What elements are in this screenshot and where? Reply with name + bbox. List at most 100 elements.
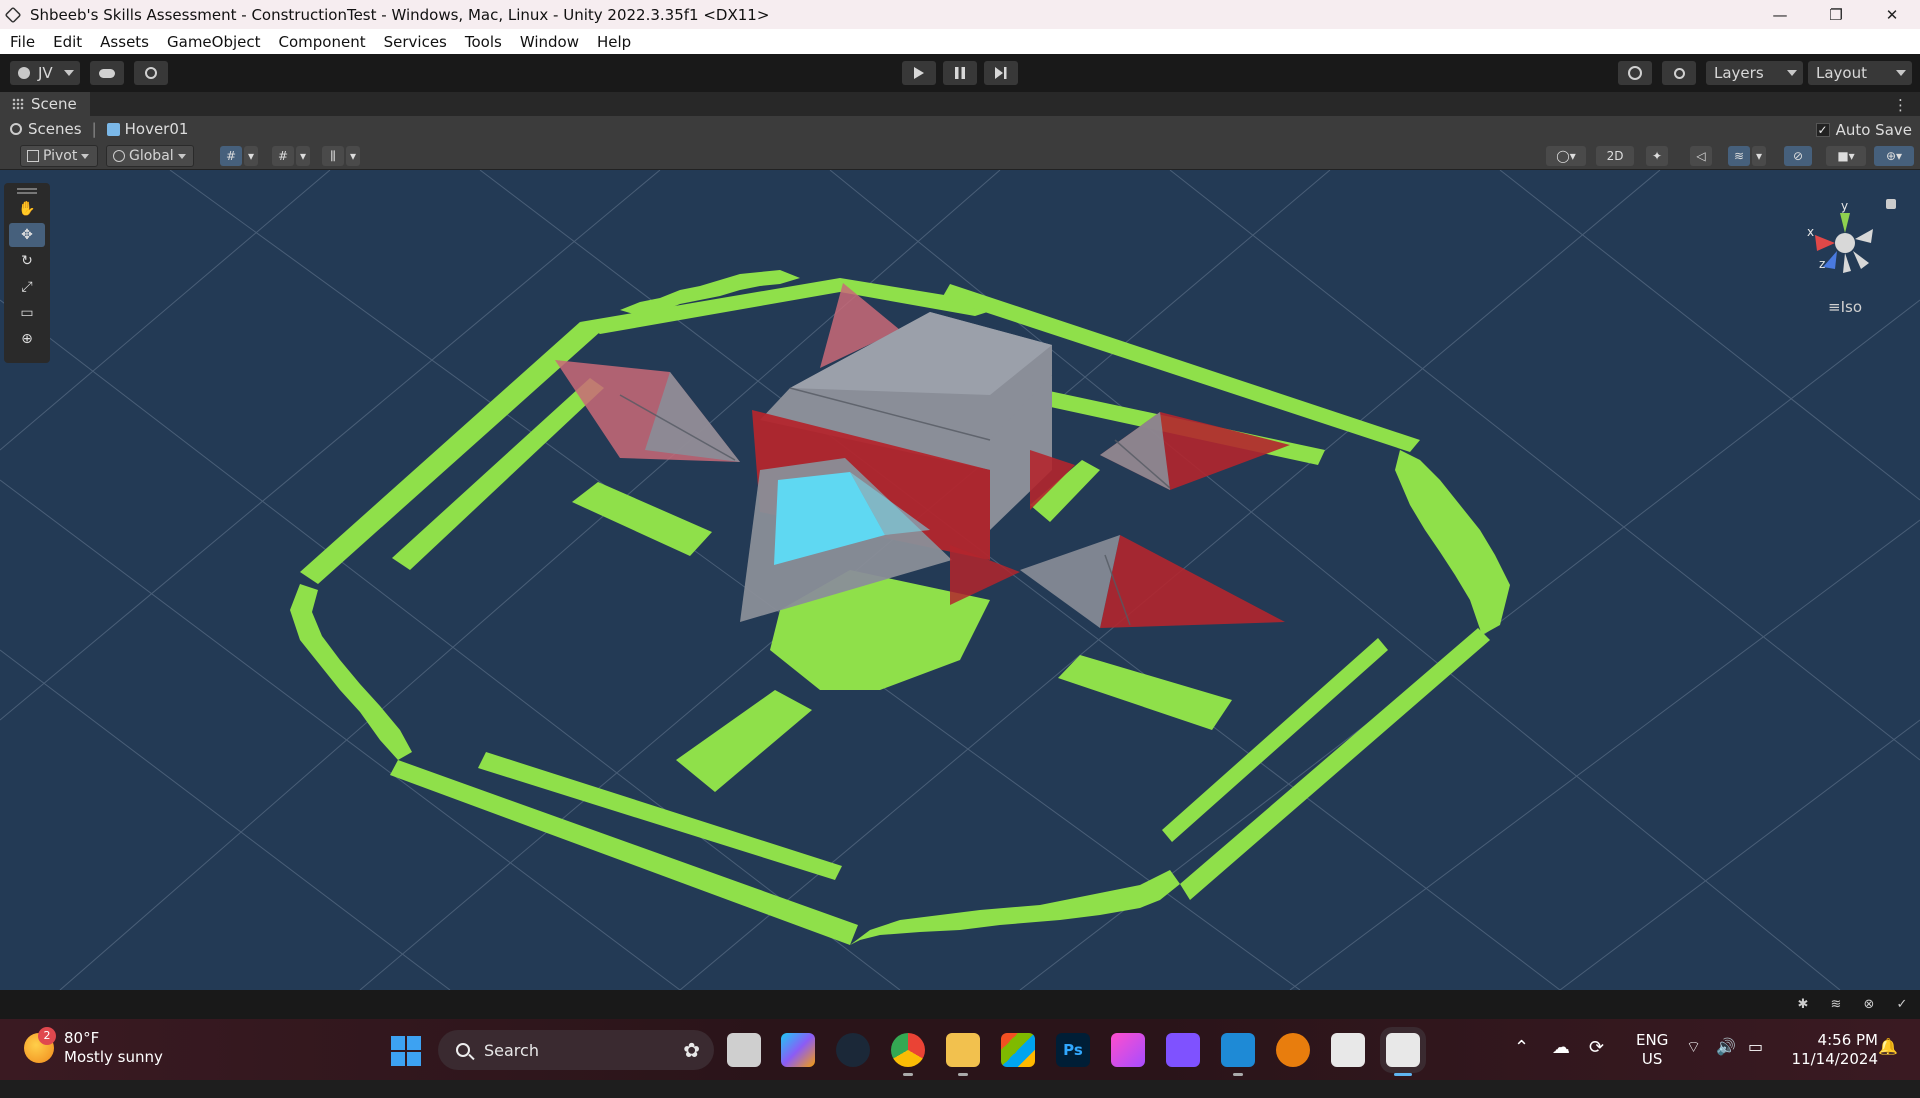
- layout-dropdown[interactable]: Layout: [1808, 61, 1912, 85]
- cloud-button[interactable]: [90, 61, 124, 85]
- active-indicator: [1394, 1073, 1412, 1076]
- play-button[interactable]: [902, 61, 936, 85]
- layers-icon[interactable]: ≋: [1827, 996, 1845, 1014]
- chevron-up-icon[interactable]: ⌃: [1514, 1037, 1529, 1098]
- global-dropdown[interactable]: Global: [106, 145, 194, 167]
- move-tool-icon[interactable]: ✥: [9, 223, 45, 247]
- auto-save-toggle[interactable]: ✓ Auto Save: [1815, 121, 1912, 139]
- chevron-down-icon[interactable]: ▾: [1752, 146, 1766, 166]
- blender-icon[interactable]: [1276, 1033, 1310, 1067]
- wifi-icon[interactable]: ⌔: [1686, 1037, 1701, 1098]
- increment-snap-icon[interactable]: ⫼: [322, 146, 344, 166]
- onedrive-icon[interactable]: ☁: [1552, 1037, 1570, 1098]
- menu-gameobject[interactable]: GameObject: [158, 33, 270, 51]
- camera-settings-icon[interactable]: ■▾: [1826, 146, 1866, 166]
- windows-start-icon[interactable]: [391, 1036, 421, 1066]
- input-language[interactable]: ENG US: [1636, 1031, 1668, 1069]
- pivot-dropdown[interactable]: Pivot: [20, 145, 98, 167]
- visual-studio-icon[interactable]: [1166, 1033, 1200, 1067]
- window-titlebar: Shbeeb's Skills Assessment - Constructio…: [0, 0, 1920, 29]
- panel-drag-handle[interactable]: [17, 188, 37, 190]
- weather-desc: Mostly sunny: [64, 1048, 163, 1066]
- creative-cloud-icon[interactable]: [1111, 1033, 1145, 1067]
- lock-icon[interactable]: [1886, 199, 1896, 209]
- transform-tool-icon[interactable]: ⊕: [9, 327, 45, 351]
- weather-widget[interactable]: 2 80°F Mostly sunny: [24, 1027, 163, 1067]
- unity-scene-icon: [10, 123, 22, 135]
- tab-scene[interactable]: Scene: [0, 92, 90, 116]
- status-bar: ✱ ≋ ⊗ ✓: [0, 990, 1920, 1019]
- sync-icon[interactable]: ⟳: [1589, 1037, 1604, 1098]
- hand-tool-icon[interactable]: ✋: [9, 197, 45, 221]
- lighting-toggle-icon[interactable]: ✦: [1646, 146, 1668, 166]
- menu-edit[interactable]: Edit: [44, 33, 91, 51]
- taskbar-search[interactable]: Search ✿: [438, 1030, 714, 1070]
- menu-services[interactable]: Services: [375, 33, 456, 51]
- menu-file[interactable]: File: [0, 33, 44, 51]
- breadcrumb-scenes[interactable]: Scenes: [28, 120, 82, 138]
- undo-history-button[interactable]: [1618, 61, 1652, 85]
- audio-toggle-icon[interactable]: ◁: [1690, 146, 1712, 166]
- system-clock[interactable]: 4:56 PM 11/14/2024: [1792, 1031, 1878, 1069]
- scale-tool-icon[interactable]: ⤢: [9, 275, 45, 299]
- step-button[interactable]: [984, 61, 1018, 85]
- weather-temp: 80°F: [64, 1029, 100, 1047]
- rect-tool-icon[interactable]: ▭: [9, 301, 45, 325]
- file-explorer-icon[interactable]: [946, 1033, 980, 1076]
- step-icon: [995, 67, 1007, 79]
- window-title: Shbeeb's Skills Assessment - Constructio…: [30, 5, 770, 24]
- menu-tools[interactable]: Tools: [456, 33, 511, 51]
- unity-editor-icon[interactable]: [1386, 1033, 1420, 1076]
- photoshop-icon[interactable]: Ps: [1056, 1033, 1090, 1067]
- breadcrumb-prefab[interactable]: Hover01: [125, 120, 189, 138]
- rotate-tool-icon[interactable]: ↻: [9, 249, 45, 273]
- network-icon[interactable]: ⊗: [1860, 996, 1878, 1014]
- scene-visibility-icon[interactable]: ⊘: [1784, 146, 1812, 166]
- chevron-down-icon[interactable]: ▾: [296, 146, 310, 166]
- copilot-icon[interactable]: [781, 1033, 815, 1067]
- check-circle-icon[interactable]: ✓: [1893, 996, 1911, 1014]
- layers-dropdown[interactable]: Layers: [1706, 61, 1803, 85]
- maximize-button[interactable]: ❐: [1808, 0, 1864, 29]
- more-options-icon[interactable]: ⋮: [1893, 96, 1908, 114]
- menu-help[interactable]: Help: [588, 33, 640, 51]
- microsoft-store-icon[interactable]: [1001, 1033, 1035, 1067]
- chrome-icon[interactable]: [891, 1033, 925, 1076]
- history-icon: [1628, 66, 1642, 80]
- menu-bar: File Edit Assets GameObject Component Se…: [0, 29, 1920, 54]
- account-dropdown[interactable]: JV: [10, 61, 80, 85]
- battery-icon[interactable]: ▭: [1748, 1037, 1763, 1098]
- vscode-icon[interactable]: [1221, 1033, 1255, 1076]
- clock-time: 4:56 PM: [1817, 1031, 1878, 1049]
- projection-toggle[interactable]: ≡Iso: [1828, 298, 1862, 316]
- grid-snap-icon[interactable]: #: [220, 146, 242, 166]
- chevron-down-icon: [81, 153, 90, 159]
- menu-window[interactable]: Window: [511, 33, 588, 51]
- windows-taskbar: 2 80°F Mostly sunny Search ✿ Ps ⌃ ☁ ⟳ EN…: [0, 1019, 1920, 1080]
- notification-bell-icon[interactable]: 🔔: [1878, 1037, 1898, 1098]
- minimize-button[interactable]: —: [1752, 0, 1808, 29]
- gizmos-toggle-icon[interactable]: ⊕▾: [1874, 146, 1914, 166]
- steam-icon[interactable]: [836, 1033, 870, 1067]
- chevron-down-icon[interactable]: ▾: [244, 146, 258, 166]
- volume-icon[interactable]: 🔊: [1716, 1037, 1736, 1098]
- effects-toggle-icon[interactable]: ≋: [1728, 146, 1750, 166]
- 2d-toggle[interactable]: 2D: [1596, 146, 1634, 166]
- pivot-icon: [27, 150, 39, 162]
- account-icon: [18, 67, 30, 79]
- pause-button[interactable]: [943, 61, 977, 85]
- search-button[interactable]: [1662, 61, 1696, 85]
- breadcrumb-separator: |: [91, 120, 97, 138]
- menu-assets[interactable]: Assets: [91, 33, 158, 51]
- task-view-icon[interactable]: [727, 1033, 761, 1067]
- shading-mode-icon[interactable]: ◯▾: [1546, 146, 1586, 166]
- collab-button[interactable]: [134, 61, 168, 85]
- grid-visibility-icon[interactable]: #: [272, 146, 294, 166]
- close-button[interactable]: ✕: [1864, 0, 1920, 29]
- scene-viewport[interactable]: [0, 170, 1920, 990]
- chevron-down-icon[interactable]: ▾: [346, 146, 360, 166]
- debug-icon[interactable]: ✱: [1794, 996, 1812, 1014]
- unity-hub-icon[interactable]: [1331, 1033, 1365, 1067]
- menu-component[interactable]: Component: [270, 33, 375, 51]
- auto-save-checkbox[interactable]: ✓: [1815, 123, 1830, 137]
